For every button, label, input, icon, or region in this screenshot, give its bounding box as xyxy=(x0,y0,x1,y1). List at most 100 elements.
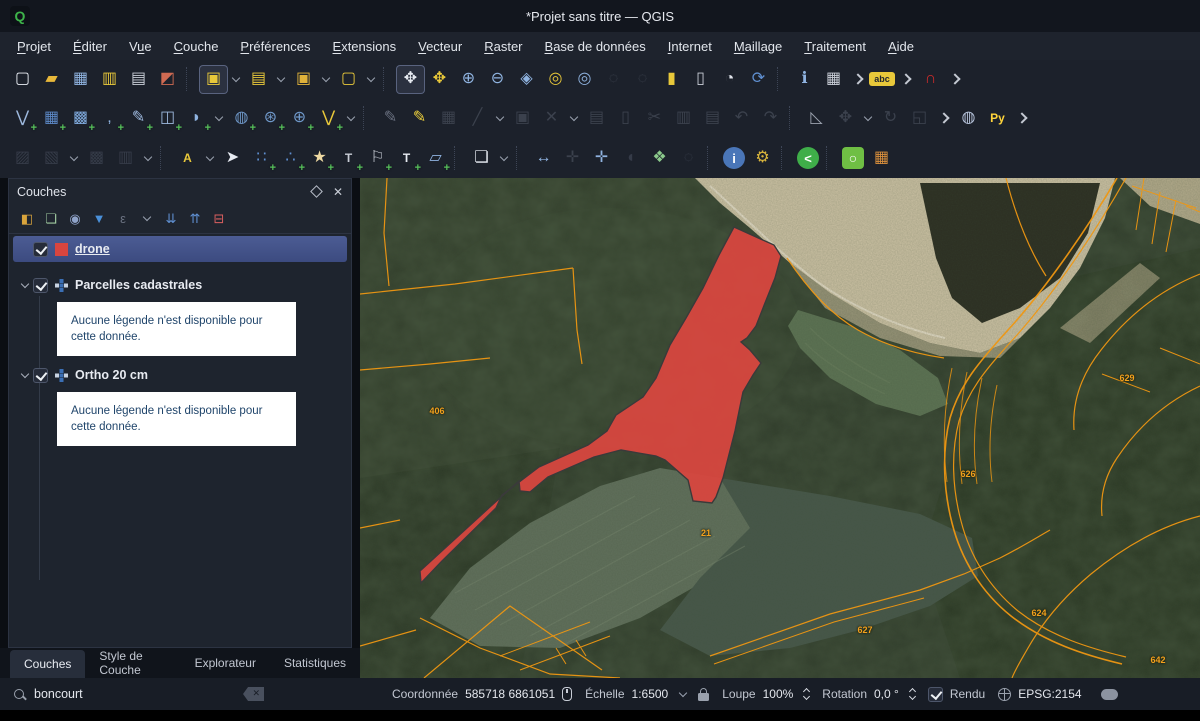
zoom-out-icon[interactable]: ⊖ xyxy=(484,66,511,93)
layer-checkbox[interactable] xyxy=(33,242,48,257)
zoom-full-icon[interactable]: ◈ xyxy=(513,66,540,93)
select-by-location-dropdown[interactable] xyxy=(364,66,378,93)
magnifier-spinner[interactable] xyxy=(804,689,809,699)
select-by-location-icon[interactable]: ▢ xyxy=(335,66,362,93)
menu-item[interactable]: Base de données xyxy=(534,32,657,60)
layer-row-parcelles[interactable]: Parcelles cadastrales xyxy=(13,272,347,298)
menu-item[interactable]: Internet xyxy=(657,32,723,60)
redo-icon[interactable]: ↷ xyxy=(757,105,784,132)
decoration-icon[interactable]: ◌ xyxy=(675,145,702,172)
tab-couches[interactable]: Couches xyxy=(10,650,85,678)
coordinate-value[interactable]: 585718 6861051 xyxy=(465,687,555,701)
minimize-button[interactable] xyxy=(1133,9,1146,22)
magnifier-value[interactable]: 100% xyxy=(763,687,794,701)
python-console-icon[interactable]: Py xyxy=(984,105,1011,132)
refresh-icon[interactable]: ⟳ xyxy=(745,66,772,93)
osm-place-search-icon[interactable]: ○ xyxy=(842,147,864,169)
project-new-icon[interactable]: ▢ xyxy=(9,66,36,93)
crs-group[interactable]: EPSG:2154 xyxy=(998,687,1081,701)
style-manager-icon[interactable]: ◩ xyxy=(154,66,181,93)
expander-icon[interactable] xyxy=(17,283,33,287)
add-wfs-layer-icon[interactable]: ⊕ xyxy=(286,105,313,132)
show-bookmarks-icon[interactable]: ▯ xyxy=(687,66,714,93)
close-panel-icon[interactable]: ✕ xyxy=(333,185,343,199)
menu-item[interactable]: Extensions xyxy=(322,32,408,60)
image-annotation-icon[interactable]: ▱ xyxy=(422,145,449,172)
digitize-segment-icon[interactable]: ╱ xyxy=(464,105,491,132)
layout-manager-icon[interactable]: ▤ xyxy=(125,66,152,93)
manage-visibility-icon[interactable]: ◉ xyxy=(64,208,86,230)
menu-item[interactable]: Aide xyxy=(877,32,925,60)
float-panel-icon[interactable] xyxy=(310,185,323,198)
add-layer-dropdown[interactable] xyxy=(344,105,358,132)
zoom-to-layer-icon[interactable]: ◎ xyxy=(571,66,598,93)
add-wms-layer-icon[interactable]: ◍ xyxy=(228,105,255,132)
layer-row-ortho[interactable]: Ortho 20 cm xyxy=(13,362,347,388)
labeling-dropdown[interactable] xyxy=(203,145,217,172)
menu-item[interactable]: Projet xyxy=(6,32,62,60)
plugins-overflow-chevron[interactable] xyxy=(1013,105,1031,132)
quickmap-services-icon[interactable]: ▦ xyxy=(868,145,895,172)
cut-features-icon[interactable]: ✂ xyxy=(641,105,668,132)
select-by-value-icon[interactable]: ▤ xyxy=(245,66,272,93)
expand-all-icon[interactable]: ⇊ xyxy=(160,208,182,230)
map-tips-dropdown[interactable] xyxy=(497,145,511,172)
current-edits-icon[interactable]: ✎ xyxy=(377,105,404,132)
scale-feature-icon[interactable]: ◱ xyxy=(906,105,933,132)
pan-map-icon[interactable]: ✥ xyxy=(397,66,424,93)
menu-item[interactable]: Vue xyxy=(118,32,163,60)
lock-scale-icon[interactable] xyxy=(698,693,709,701)
filter-expression-icon[interactable]: ε xyxy=(112,208,134,230)
map-tips-icon[interactable]: ❏ xyxy=(468,145,495,172)
digitize-dropdown[interactable] xyxy=(493,105,507,132)
scale-value[interactable]: 1:6500 xyxy=(632,687,669,701)
metasearch-icon[interactable]: i xyxy=(723,147,745,169)
search-input[interactable]: boncourt xyxy=(34,687,233,701)
mouse-position-icon[interactable] xyxy=(562,687,572,701)
raster-cumulative-icon[interactable]: ▥ xyxy=(112,145,139,172)
add-raster-layer-icon[interactable]: ▦ xyxy=(38,105,65,132)
processing-toolbox-icon[interactable]: ⚙ xyxy=(749,145,776,172)
add-wcs-layer-icon[interactable]: ⊛ xyxy=(257,105,284,132)
add-feature-icon[interactable]: ▣ xyxy=(509,105,536,132)
gps-tracking-icon[interactable]: ◖ xyxy=(617,145,644,172)
new-bookmark-icon[interactable]: ▮ xyxy=(658,66,685,93)
add-delimited-text-icon[interactable]: , xyxy=(96,105,123,132)
add-database-dropdown[interactable] xyxy=(212,105,226,132)
rotate-feature-icon[interactable]: ↻ xyxy=(877,105,904,132)
scale-dropdown[interactable] xyxy=(676,687,690,701)
share-icon[interactable]: < xyxy=(797,147,819,169)
menu-item[interactable]: Vecteur xyxy=(407,32,473,60)
menu-item[interactable]: Préférences xyxy=(229,32,321,60)
vertex-tool-icon[interactable]: ✕ xyxy=(538,105,565,132)
zoom-in-icon[interactable]: ⊕ xyxy=(455,66,482,93)
add-vector-layer-icon[interactable]: ⋁ xyxy=(9,105,36,132)
rotation-value[interactable]: 0,0 ° xyxy=(874,687,899,701)
zoom-to-selection-icon[interactable]: ◎ xyxy=(542,66,569,93)
raster-stretch-icon[interactable]: ▨ xyxy=(9,145,36,172)
delete-selected-icon[interactable]: ▯ xyxy=(612,105,639,132)
statistical-summary-icon[interactable]: ▦ xyxy=(820,66,847,93)
map-canvas[interactable]: 40621629626624627642 xyxy=(360,178,1200,678)
vertex-tool-dropdown[interactable] xyxy=(567,105,581,132)
form-annotation-icon[interactable]: T xyxy=(393,145,420,172)
snapping-overflow-chevron[interactable] xyxy=(946,66,964,93)
tab-statistiques[interactable]: Statistiques xyxy=(270,648,360,678)
collapse-all-icon[interactable]: ⇈ xyxy=(184,208,206,230)
move-label-icon[interactable]: ➤ xyxy=(219,145,246,172)
select-by-value-dropdown[interactable] xyxy=(274,66,288,93)
add-virtual-layer-icon[interactable]: ⋁ xyxy=(315,105,342,132)
menu-item[interactable]: Traitement xyxy=(793,32,877,60)
copy-features-icon[interactable]: ▥ xyxy=(670,105,697,132)
filter-legend-icon[interactable]: ▼ xyxy=(88,208,110,230)
deselect-features-icon[interactable]: ▣ xyxy=(290,66,317,93)
layer-styling-icon[interactable]: ◧ xyxy=(16,208,38,230)
georeferencer-icon[interactable]: ✛ xyxy=(588,145,615,172)
html-annotation-icon[interactable]: ⚐ xyxy=(364,145,391,172)
menu-item[interactable]: Éditer xyxy=(62,32,118,60)
remove-layer-icon[interactable]: ⊟ xyxy=(208,208,230,230)
add-spatialite-layer-icon[interactable]: ✎ xyxy=(125,105,152,132)
zoom-last-icon[interactable]: ◌ xyxy=(600,66,627,93)
menu-item[interactable]: Couche xyxy=(163,32,230,60)
change-label-icon[interactable]: ∷ xyxy=(248,145,275,172)
